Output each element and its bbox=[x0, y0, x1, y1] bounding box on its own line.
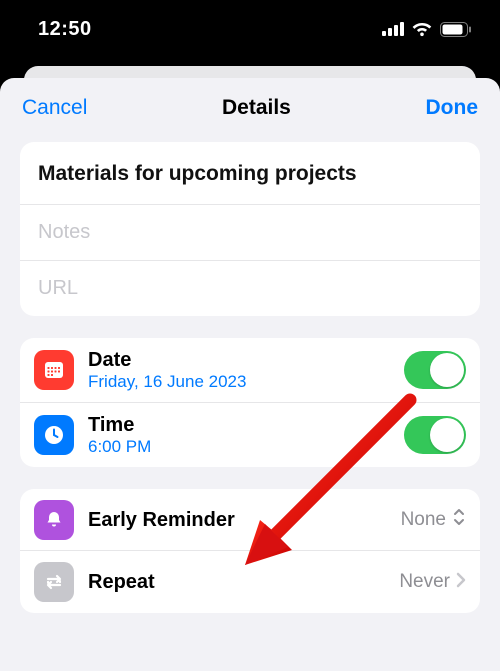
title-field[interactable]: Materials for upcoming projects bbox=[20, 142, 480, 205]
title-card: Materials for upcoming projects Notes UR… bbox=[20, 142, 480, 316]
cellular-icon bbox=[382, 22, 404, 36]
date-value: Friday, 16 June 2023 bbox=[88, 372, 404, 392]
wifi-icon bbox=[412, 22, 432, 37]
bell-icon bbox=[34, 500, 74, 540]
page-title: Details bbox=[222, 96, 291, 120]
notes-field[interactable]: Notes bbox=[20, 205, 480, 261]
early-reminder-value: None bbox=[401, 509, 446, 531]
url-field[interactable]: URL bbox=[20, 261, 480, 316]
options-card: Early Reminder None Repeat Never bbox=[20, 489, 480, 613]
date-toggle[interactable] bbox=[404, 351, 466, 389]
early-reminder-row[interactable]: Early Reminder None bbox=[20, 489, 480, 551]
date-label: Date bbox=[88, 348, 404, 372]
repeat-label: Repeat bbox=[88, 570, 399, 594]
repeat-value: Never bbox=[399, 571, 450, 593]
time-text: Time 6:00 PM bbox=[88, 413, 404, 457]
early-reminder-label: Early Reminder bbox=[88, 508, 401, 532]
nav-bar: Cancel Details Done bbox=[0, 78, 500, 142]
details-sheet: Cancel Details Done Materials for upcomi… bbox=[0, 78, 500, 671]
time-value: 6:00 PM bbox=[88, 437, 404, 457]
date-row[interactable]: Date Friday, 16 June 2023 bbox=[20, 338, 480, 403]
status-icons bbox=[382, 22, 472, 37]
time-label: Time bbox=[88, 413, 404, 437]
repeat-icon bbox=[34, 562, 74, 602]
time-toggle[interactable] bbox=[404, 416, 466, 454]
cancel-button[interactable]: Cancel bbox=[22, 96, 87, 120]
battery-icon bbox=[440, 22, 472, 37]
repeat-row[interactable]: Repeat Never bbox=[20, 551, 480, 613]
status-bar: 12:50 bbox=[0, 0, 500, 58]
done-button[interactable]: Done bbox=[426, 96, 479, 120]
status-time: 12:50 bbox=[38, 18, 92, 41]
calendar-icon bbox=[34, 350, 74, 390]
schedule-card: Date Friday, 16 June 2023 Time 6:00 PM bbox=[20, 338, 480, 467]
time-row[interactable]: Time 6:00 PM bbox=[20, 403, 480, 467]
chevron-right-icon bbox=[456, 571, 466, 594]
date-text: Date Friday, 16 June 2023 bbox=[88, 348, 404, 392]
updown-chevron-icon bbox=[452, 507, 466, 532]
clock-icon bbox=[34, 415, 74, 455]
